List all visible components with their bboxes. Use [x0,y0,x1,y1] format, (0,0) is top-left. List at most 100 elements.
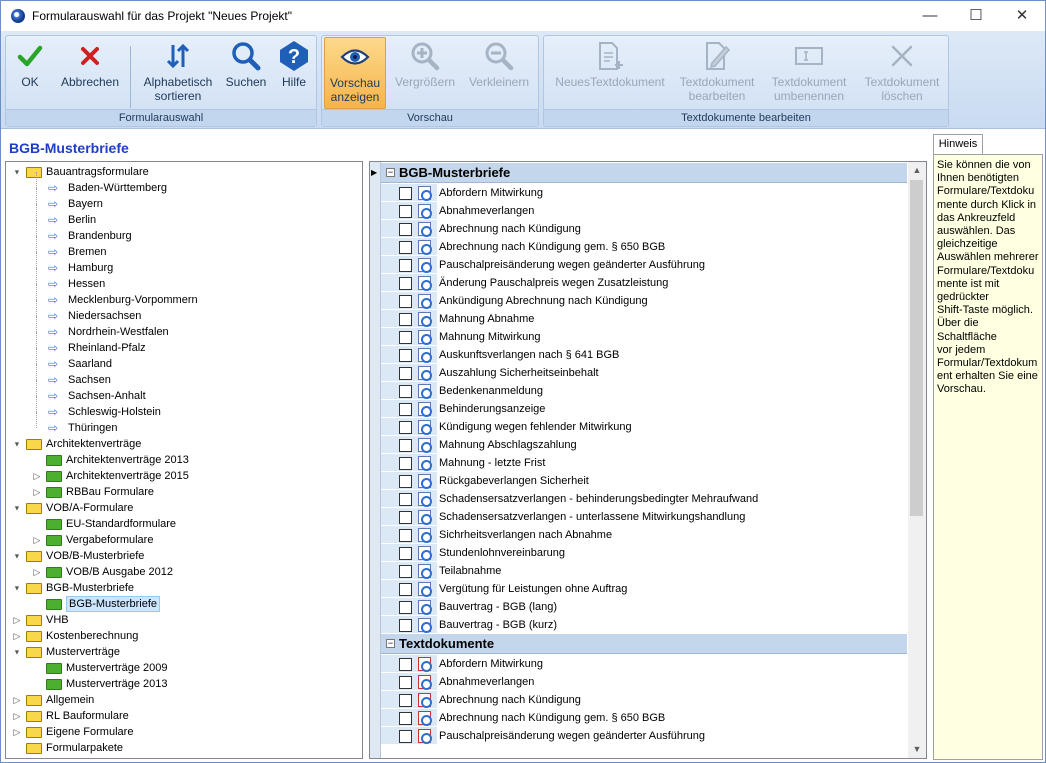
rename-textdocument-button[interactable]: Textdokument umbenennen [764,37,854,109]
table-row[interactable]: Änderung Pauschalpreis wegen Zusatzleist… [381,274,907,292]
table-row[interactable]: Pauschalpreisänderung wegen geänderter A… [381,727,907,745]
preview-document-icon[interactable] [418,312,432,327]
collapse-chevron-icon[interactable]: ▼ [13,502,21,515]
table-row[interactable]: Schadensersatzverlangen - unterlassene M… [381,508,907,526]
table-row[interactable]: Bauvertrag - BGB (kurz) [381,616,907,634]
tree-item[interactable]: EU-Standardformulare [6,516,362,532]
collapse-group-icon[interactable]: − [386,639,395,648]
select-checkbox[interactable] [399,529,412,542]
tree-item[interactable]: ⇨ Baden-Württemberg [6,172,362,196]
preview-document-icon[interactable] [418,330,432,345]
table-row[interactable]: Auszahlung Sicherheitseinbehalt [381,364,907,382]
tree-item[interactable]: ⇨ Mecklenburg-Vorpommern [6,284,362,308]
tree-item[interactable]: ▼ Musterverträge [6,644,362,660]
select-checkbox[interactable] [399,439,412,452]
tree-item[interactable]: ⇨ Rheinland-Pfalz [6,332,362,356]
collapse-chevron-icon[interactable]: ▼ [13,166,21,179]
select-checkbox[interactable] [399,313,412,326]
tree-item[interactable]: ⇨ Brandenburg [6,220,362,244]
tree-item[interactable]: ⇨ Thüringen [6,412,362,436]
select-checkbox[interactable] [399,223,412,236]
tree-item[interactable]: ▼ Architektenverträge [6,436,362,452]
preview-document-icon[interactable] [418,276,432,291]
zoom-out-button[interactable]: Verkleinern [464,37,534,109]
delete-textdocument-button[interactable]: Textdokument löschen [858,37,946,109]
expand-chevron-icon[interactable]: ▷ [12,628,22,644]
tree-item[interactable]: BGB-Musterbriefe [6,596,362,612]
preview-document-icon[interactable] [418,618,432,633]
table-row[interactable]: Mahnung Mitwirkung [381,328,907,346]
collapse-chevron-icon[interactable]: ▼ [13,550,21,563]
select-checkbox[interactable] [399,241,412,254]
select-checkbox[interactable] [399,421,412,434]
table-row[interactable]: Bedenkenanmeldung [381,382,907,400]
table-row[interactable]: Abrechnung nach Kündigung gem. § 650 BGB [381,238,907,256]
tree-item[interactable]: ⇨ Sachsen-Anhalt [6,380,362,404]
close-button[interactable]: ✕ [999,1,1045,31]
select-checkbox[interactable] [399,658,412,671]
collapse-chevron-icon[interactable]: ▼ [13,646,21,659]
tree-item[interactable]: ▷ Vergabeformulare [6,532,362,548]
collapse-group-icon[interactable]: − [386,168,395,177]
preview-document-icon[interactable] [418,204,432,219]
preview-document-icon[interactable] [418,528,432,543]
minimize-button[interactable]: — [907,1,953,31]
select-checkbox[interactable] [399,511,412,524]
tree-item[interactable]: Musterverträge 2013 [6,676,362,692]
table-row[interactable]: Schadensersatzverlangen - behinderungsbe… [381,490,907,508]
tree-item[interactable]: ⇨ Schleswig-Holstein [6,396,362,420]
select-checkbox[interactable] [399,583,412,596]
tree-item[interactable]: ▷ Eigene Formulare [6,724,362,740]
scroll-up-icon[interactable]: ▲ [908,162,926,179]
table-row[interactable]: Abrechnung nach Kündigung [381,220,907,238]
preview-document-icon[interactable] [418,510,432,525]
preview-document-icon[interactable] [418,348,432,363]
show-preview-button[interactable]: Vorschau anzeigen [324,37,386,109]
select-checkbox[interactable] [399,349,412,362]
tree-item[interactable]: ▷ Architektenverträge 2015 [6,468,362,484]
select-checkbox[interactable] [399,493,412,506]
table-row[interactable]: Abnahmeverlangen [381,202,907,220]
preview-document-icon[interactable] [418,564,432,579]
preview-document-icon[interactable] [418,693,432,708]
tree-item[interactable]: Formularpakete [6,740,362,756]
tree-item[interactable]: ▼ VOB/A-Formulare [6,500,362,516]
preview-document-icon[interactable] [418,474,432,489]
tree-item[interactable]: ▼ Bauantragsformulare [6,164,362,180]
preview-document-icon[interactable] [418,582,432,597]
tree-item[interactable]: Architektenverträge 2013 [6,452,362,468]
tree-item[interactable]: ▷ RBBau Formulare [6,484,362,500]
preview-document-icon[interactable] [418,222,432,237]
tree-item[interactable]: ⇨ Bremen [6,236,362,260]
tree-item[interactable]: ▷ VHB [6,612,362,628]
vertical-scrollbar[interactable]: ▲ ▼ [908,162,926,758]
expand-chevron-icon[interactable]: ▷ [12,708,22,724]
select-checkbox[interactable] [399,694,412,707]
tree-item[interactable]: ▷ VOB/B Ausgabe 2012 [6,564,362,580]
table-row[interactable]: Behinderungsanzeige [381,400,907,418]
preview-document-icon[interactable] [418,294,432,309]
table-row[interactable]: Pauschalpreisänderung wegen geänderter A… [381,256,907,274]
document-grid[interactable]: − BGB-Musterbriefe ▶ Abfordern Mitwirkung Ab… [369,161,927,759]
preview-document-icon[interactable] [418,546,432,561]
select-checkbox[interactable] [399,187,412,200]
preview-document-icon[interactable] [418,456,432,471]
table-row[interactable]: Kündigung wegen fehlender Mitwirkung [381,418,907,436]
tree-item[interactable]: ⇨ Nordrhein-Westfalen [6,316,362,340]
tree-item[interactable]: ⇨ Hessen [6,268,362,292]
expand-chevron-icon[interactable]: ▷ [32,564,42,580]
tree-item[interactable]: ⇨ Sachsen [6,364,362,388]
preview-document-icon[interactable] [418,186,432,201]
select-checkbox[interactable] [399,403,412,416]
select-checkbox[interactable] [399,619,412,632]
expand-chevron-icon[interactable]: ▷ [12,612,22,628]
select-checkbox[interactable] [399,385,412,398]
select-checkbox[interactable] [399,259,412,272]
select-checkbox[interactable] [399,295,412,308]
maximize-button[interactable]: ☐ [953,1,999,31]
table-row[interactable]: Mahnung Abschlagszahlung [381,436,907,454]
table-row[interactable]: Mahnung - letzte Frist [381,454,907,472]
tree-item[interactable]: ⇨ Berlin [6,204,362,228]
select-checkbox[interactable] [399,712,412,725]
expand-chevron-icon[interactable]: ▷ [12,692,22,708]
